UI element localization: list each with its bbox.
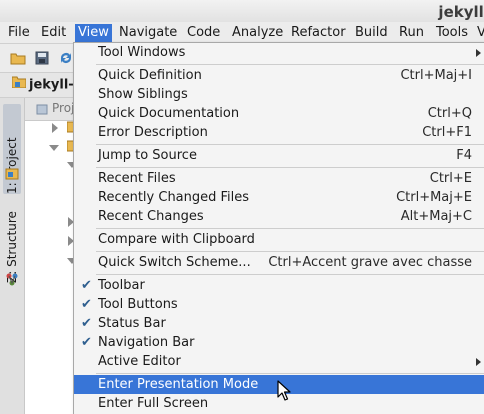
submenu-arrow-icon [476, 49, 481, 57]
menu-item-recent-files[interactable]: Recent Files Ctrl+E [74, 169, 484, 188]
save-icon[interactable] [34, 50, 50, 66]
tool-window-strip: 1: Project Z: Structure [0, 98, 25, 414]
tree-expand-arrow[interactable] [52, 123, 58, 133]
menu-navigate[interactable]: Navigate [116, 24, 180, 42]
menu-separator [96, 274, 484, 275]
mouse-pointer-icon [277, 380, 291, 406]
folder-icon [11, 76, 27, 94]
menu-item-tool-buttons[interactable]: ✔ Tool Buttons [74, 295, 484, 314]
menu-analyze[interactable]: Analyze [229, 24, 286, 42]
menu-vcs[interactable]: V [474, 24, 484, 42]
menu-tools[interactable]: Tools [433, 24, 471, 42]
menu-item-quick-definition[interactable]: Quick Definition Ctrl+Maj+I [74, 66, 484, 85]
checkmark-icon: ✔ [81, 297, 92, 312]
menu-file[interactable]: File [5, 24, 33, 42]
menu-item-jump-to-source[interactable]: Jump to Source F4 [74, 146, 484, 165]
project-header-icon [36, 103, 48, 119]
menu-item-compare-with-clipboard[interactable]: Compare with Clipboard [74, 230, 484, 249]
menu-item-show-siblings[interactable]: Show Siblings [74, 85, 484, 104]
menu-separator [96, 144, 484, 145]
structure-icon [5, 272, 19, 290]
menu-separator [96, 228, 484, 229]
open-folder-icon[interactable] [10, 50, 26, 66]
menu-item-status-bar[interactable]: ✔ Status Bar [74, 314, 484, 333]
menu-item-active-editor[interactable]: Active Editor [74, 352, 484, 371]
menu-run[interactable]: Run [396, 24, 427, 42]
menu-separator [96, 373, 484, 374]
project-icon [5, 166, 19, 184]
menu-separator [96, 251, 484, 252]
menu-separator [96, 167, 484, 168]
menu-refactor[interactable]: Refactor [288, 24, 349, 42]
menu-edit[interactable]: Edit [38, 24, 69, 42]
view-menu-dropdown: Tool Windows Quick Definition Ctrl+Maj+I… [73, 42, 484, 414]
menu-item-quick-documentation[interactable]: Quick Documentation Ctrl+Q [74, 104, 484, 123]
menu-item-toolbar[interactable]: ✔ Toolbar [74, 276, 484, 295]
ide-window: jekyll- File Edit View Navigate Code Ana… [0, 0, 484, 414]
menu-view[interactable]: View [75, 24, 112, 42]
checkmark-icon: ✔ [81, 316, 92, 331]
menu-separator [96, 64, 484, 65]
tree-collapse-arrow[interactable] [49, 145, 59, 151]
checkmark-icon: ✔ [81, 335, 92, 350]
breadcrumb-project: jekyll- [29, 77, 74, 93]
submenu-arrow-icon [476, 358, 481, 366]
tab-structure[interactable]: Z: Structure [3, 203, 21, 283]
breadcrumb[interactable]: jekyll- [11, 76, 74, 94]
menu-item-navigation-bar[interactable]: ✔ Navigation Bar [74, 333, 484, 352]
menu-item-error-description[interactable]: Error Description Ctrl+F1 [74, 123, 484, 142]
menu-item-tool-windows[interactable]: Tool Windows [74, 43, 484, 62]
title-bar: jekyll- [0, 0, 484, 22]
window-title: jekyll- [438, 3, 484, 21]
checkmark-icon: ✔ [81, 278, 92, 293]
sync-icon[interactable] [58, 50, 74, 66]
menu-bar: File Edit View Navigate Code Analyze Ref… [0, 22, 484, 44]
menu-build[interactable]: Build [352, 24, 391, 42]
menu-code[interactable]: Code [184, 24, 223, 42]
project-view-label: Proj [52, 101, 75, 115]
menu-item-quick-switch-scheme[interactable]: Quick Switch Scheme... Ctrl+Accent grave… [74, 253, 484, 272]
menu-item-recent-changes[interactable]: Recent Changes Alt+Maj+C [74, 207, 484, 226]
menu-item-recently-changed-files[interactable]: Recently Changed Files Ctrl+Maj+E [74, 188, 484, 207]
